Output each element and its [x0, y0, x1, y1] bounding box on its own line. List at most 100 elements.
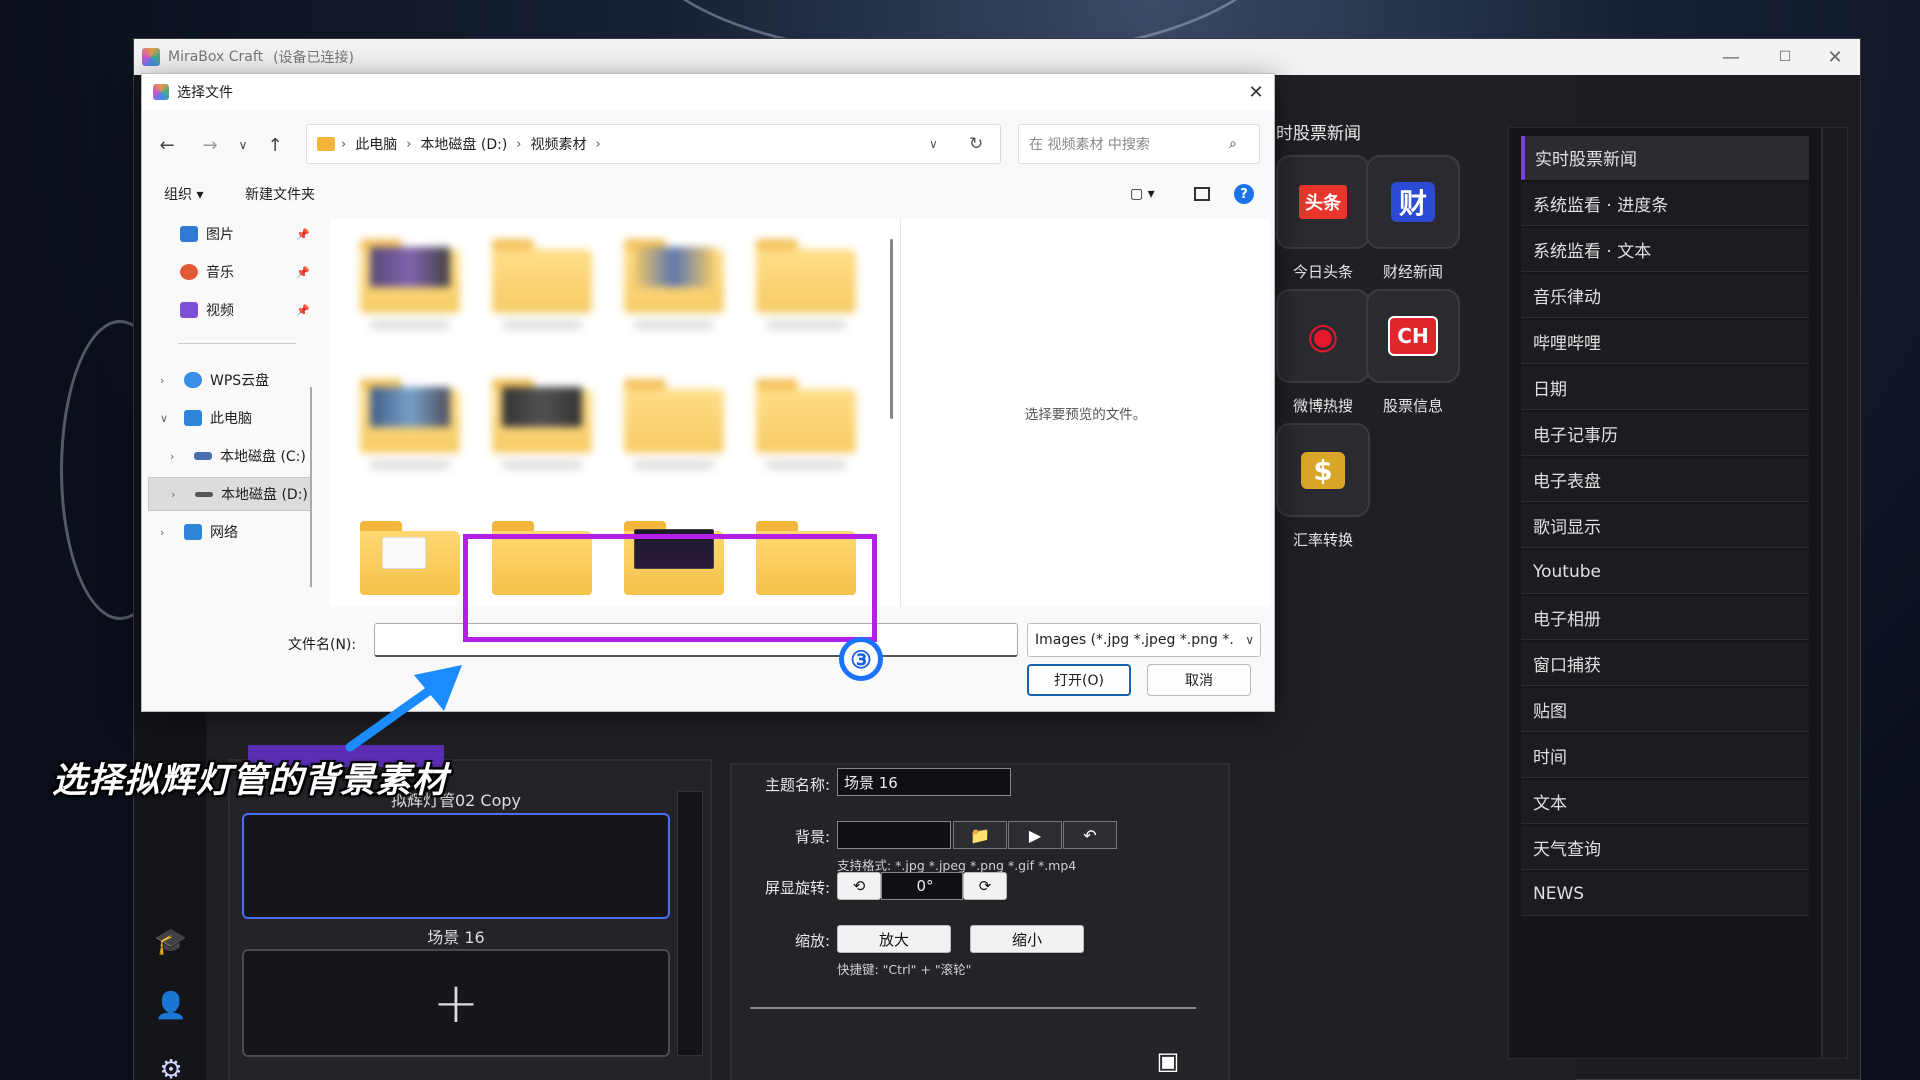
- nav-item-pictures[interactable]: 图片 📌: [148, 217, 312, 251]
- graduation-cap-icon[interactable]: 🎓: [152, 923, 190, 961]
- plugin-item[interactable]: 贴图: [1521, 688, 1809, 732]
- plugin-item[interactable]: 时间: [1521, 734, 1809, 778]
- folder-icon: 📁: [970, 825, 990, 845]
- folder-item[interactable]: [756, 379, 856, 469]
- rotate-left-button[interactable]: ⟲: [837, 872, 881, 900]
- zoom-out-button[interactable]: 缩小: [970, 925, 1084, 953]
- view-options-icon[interactable]: ▢ ▾: [1130, 186, 1155, 202]
- nav-item-wps-cloud[interactable]: › WPS云盘: [148, 363, 312, 397]
- plugin-item[interactable]: NEWS: [1521, 872, 1809, 916]
- search-input[interactable]: 在 视频素材 中搜索: [1029, 134, 1150, 154]
- chevron-right-icon[interactable]: ›: [160, 526, 174, 539]
- nav-item-drive-c[interactable]: › 本地磁盘 (C:): [148, 439, 312, 473]
- navpane-scrollbar[interactable]: [310, 387, 312, 587]
- open-folder-button[interactable]: 📁: [953, 821, 1007, 849]
- reset-background-button[interactable]: ↶: [1063, 821, 1117, 849]
- plugin-list-scrollbar[interactable]: [1822, 127, 1848, 1059]
- dialog-close-button[interactable]: ✕: [1236, 74, 1276, 110]
- plugin-item[interactable]: Youtube: [1521, 550, 1809, 594]
- theme-name-input[interactable]: 场景 16: [837, 768, 1011, 796]
- toutiao-tile[interactable]: 头条: [1276, 155, 1370, 249]
- properties-panel: [730, 763, 1230, 1080]
- organize-button[interactable]: 组织 ▾: [164, 184, 203, 204]
- forward-arrow-icon[interactable]: →: [195, 130, 225, 160]
- plugin-list: 实时股票新闻 系统监看 · 进度条 系统监看 · 文本 音乐律动 哔哩哔哩 日期…: [1508, 127, 1822, 1059]
- nav-item-drive-d[interactable]: › 本地磁盘 (D:): [148, 477, 312, 511]
- nav-item-music[interactable]: 音乐 📌: [148, 255, 312, 289]
- plugin-item[interactable]: 电子表盘: [1521, 458, 1809, 502]
- cancel-button[interactable]: 取消: [1147, 664, 1251, 696]
- chevron-down-icon[interactable]: ∨: [160, 412, 174, 425]
- undo-icon: ↶: [1083, 825, 1097, 845]
- rotation-label: 屏显旋转:: [764, 879, 830, 897]
- nav-item-network[interactable]: › 网络: [148, 515, 312, 549]
- file-type-filter[interactable]: Images (*.jpg *.jpeg *.png *. ∨: [1027, 623, 1261, 657]
- back-arrow-icon[interactable]: ←: [152, 130, 182, 160]
- folder-item[interactable]: [624, 239, 724, 329]
- open-button[interactable]: 打开(O): [1027, 664, 1131, 696]
- folder-item[interactable]: [492, 379, 592, 469]
- user-icon[interactable]: 👤: [152, 987, 190, 1025]
- minimize-button[interactable]: —: [1704, 39, 1758, 75]
- zoom-in-button[interactable]: 放大: [837, 925, 951, 953]
- scene-scrollbar[interactable]: [677, 791, 703, 1056]
- recent-locations-icon[interactable]: ∨: [228, 130, 258, 160]
- folder-item[interactable]: [360, 239, 460, 329]
- rotation-value: 0°: [881, 872, 963, 900]
- app-category-title: 时股票新闻: [1276, 124, 1361, 144]
- nav-item-this-pc[interactable]: ∨ 此电脑: [148, 401, 312, 435]
- save-icon[interactable]: ▣: [1154, 1047, 1182, 1075]
- videos-icon: [180, 302, 198, 318]
- refresh-icon[interactable]: ↻: [969, 134, 983, 154]
- preview-pane: 选择要预览的文件。: [900, 219, 1270, 607]
- plugin-item[interactable]: 哔哩哔哩: [1521, 320, 1809, 364]
- address-dropdown-icon[interactable]: ∨: [929, 137, 938, 151]
- help-icon[interactable]: ?: [1234, 184, 1254, 204]
- breadcrumb-drive-d[interactable]: 本地磁盘 (D:): [420, 134, 507, 154]
- currency-exchange-tile[interactable]: $: [1276, 423, 1370, 517]
- weibo-tile[interactable]: ◉: [1276, 289, 1370, 383]
- wps-cloud-icon: [184, 372, 202, 388]
- address-bar[interactable]: › 此电脑 › 本地磁盘 (D:) › 视频素材 › ∨ ↻: [306, 124, 1001, 164]
- up-arrow-icon[interactable]: ↑: [260, 130, 290, 160]
- chevron-right-icon[interactable]: ›: [170, 450, 184, 463]
- plugin-item[interactable]: 系统监看 · 文本: [1521, 228, 1809, 272]
- preview-pane-icon[interactable]: [1194, 187, 1210, 201]
- background-path-input[interactable]: [837, 821, 951, 849]
- close-window-button[interactable]: ✕: [1808, 39, 1862, 75]
- finance-news-tile[interactable]: 财: [1366, 155, 1460, 249]
- plugin-item[interactable]: 窗口捕获: [1521, 642, 1809, 686]
- folder-item[interactable]: [360, 379, 460, 469]
- rotate-right-button[interactable]: ⟳: [963, 872, 1007, 900]
- chevron-right-icon[interactable]: ›: [160, 374, 174, 387]
- new-folder-button[interactable]: 新建文件夹: [245, 184, 315, 204]
- gear-icon[interactable]: ⚙: [152, 1051, 190, 1080]
- plugin-item[interactable]: 音乐律动: [1521, 274, 1809, 318]
- breadcrumb-this-pc[interactable]: 此电脑: [355, 134, 397, 154]
- scene-card-selected[interactable]: [242, 813, 670, 919]
- plugin-item[interactable]: 天气查询: [1521, 826, 1809, 870]
- chevron-right-icon[interactable]: ›: [171, 488, 185, 501]
- stock-info-label: 股票信息: [1382, 397, 1443, 415]
- plugin-item[interactable]: 歌词显示: [1521, 504, 1809, 548]
- add-scene-button[interactable]: +: [242, 949, 670, 1057]
- file-list-scrollbar[interactable]: [890, 239, 893, 419]
- search-box[interactable]: 在 视频素材 中搜索 ⌕: [1018, 124, 1260, 164]
- chevron-down-icon[interactable]: ∨: [1243, 633, 1254, 647]
- plugin-item[interactable]: 电子相册: [1521, 596, 1809, 640]
- plugin-item[interactable]: 文本: [1521, 780, 1809, 824]
- plugin-item[interactable]: 系统监看 · 进度条: [1521, 182, 1809, 226]
- plugin-item[interactable]: 电子记事历: [1521, 412, 1809, 456]
- plugin-item[interactable]: 实时股票新闻: [1521, 136, 1809, 180]
- stock-info-tile[interactable]: CH: [1366, 289, 1460, 383]
- folder-item[interactable]: [360, 521, 460, 607]
- folder-item[interactable]: [624, 379, 724, 469]
- video-background-button[interactable]: ▶: [1008, 821, 1062, 849]
- plugin-item[interactable]: 日期: [1521, 366, 1809, 410]
- breadcrumb-separator: ›: [595, 136, 601, 152]
- nav-item-videos[interactable]: 视频 📌: [148, 293, 312, 327]
- folder-item[interactable]: [492, 239, 592, 329]
- maximize-button[interactable]: ☐: [1758, 39, 1812, 75]
- folder-item[interactable]: [756, 239, 856, 329]
- breadcrumb-video-assets[interactable]: 视频素材: [530, 134, 586, 154]
